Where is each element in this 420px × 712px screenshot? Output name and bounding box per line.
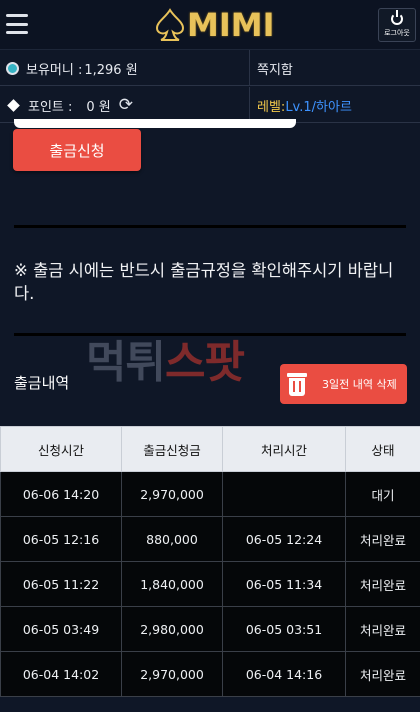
withdraw-request-button[interactable]: 출금신청 — [13, 129, 141, 171]
money-value: 1,296 원 — [84, 62, 138, 78]
request-time-cell: 06-06 14:20 — [0, 471, 122, 517]
process-time-cell: 06-04 14:16 — [222, 651, 346, 697]
points-value: 0 원 — [86, 99, 111, 115]
amount-cell: 2,970,000 — [121, 651, 223, 697]
request-time-cell: 06-05 03:49 — [0, 606, 122, 652]
money-cell: 보유머니 : 1,296 원 — [0, 50, 250, 86]
points-row: 포인트 : 0 원 ⟳ 레벨: Lv.1/하아르 — [0, 87, 420, 123]
watermark-part1: 먹튀 — [86, 337, 166, 388]
delete-history-button[interactable]: 3일전 내역 삭제 — [280, 364, 407, 404]
diamond-icon — [7, 98, 20, 112]
request-time-cell: 06-05 12:16 — [0, 516, 122, 562]
trash-icon — [286, 371, 308, 397]
watermark: 먹튀스팟 — [86, 326, 245, 390]
points-label: 포인트 : — [28, 99, 73, 115]
money-row: 보유머니 : 1,296 원 쪽지함 — [0, 50, 420, 86]
column-header: 신청시간 — [0, 426, 122, 472]
table-row: 06-04 14:02 2,970,000 06-04 14:16 처리완료 — [0, 651, 420, 697]
status-cell: 처리완료 — [345, 651, 420, 697]
messages-label: 쪽지함 — [257, 62, 293, 78]
delete-button-label: 3일전 내역 삭제 — [322, 378, 397, 391]
process-time-cell: 06-05 03:51 — [222, 606, 346, 652]
watermark-part2: 스팟 — [164, 337, 245, 388]
globe-icon — [6, 61, 19, 75]
amount-cell: 2,980,000 — [121, 606, 223, 652]
table-row: 06-05 11:22 1,840,000 06-05 11:34 처리완료 — [0, 561, 420, 607]
level-cell: 레벨: Lv.1/하아르 — [251, 87, 420, 123]
process-time-cell: 06-05 12:24 — [222, 516, 346, 562]
column-header: 상태 — [345, 426, 420, 472]
power-icon — [391, 9, 403, 25]
level-label: 레벨: — [257, 99, 286, 115]
history-title: 출금내역 — [14, 374, 70, 392]
request-time-cell: 06-05 11:22 — [0, 561, 122, 607]
level-value: Lv.1/하아르 — [285, 99, 352, 115]
logout-label: 로그아웃 — [384, 28, 410, 37]
spade-icon — [155, 8, 185, 41]
request-time-cell: 06-04 14:02 — [0, 651, 122, 697]
status-cell: 대기 — [345, 471, 420, 517]
process-time-cell — [222, 471, 346, 517]
top-bar: MIMI 로그아웃 — [0, 0, 420, 50]
column-header: 처리시간 — [222, 426, 346, 472]
amount-input-edge[interactable] — [14, 119, 296, 128]
process-time-cell: 06-05 11:34 — [222, 561, 346, 607]
messages-link[interactable]: 쪽지함 — [251, 50, 420, 86]
table-row: 06-05 03:49 2,980,000 06-05 03:51 처리완료 — [0, 606, 420, 652]
points-cell: 포인트 : 0 원 ⟳ — [0, 87, 250, 123]
logout-button[interactable]: 로그아웃 — [378, 8, 416, 42]
table-header-row: 신청시간 출금신청금 처리시간 상태 — [0, 426, 420, 472]
withdraw-history-table: 신청시간 출금신청금 처리시간 상태 06-06 14:20 2,970,000… — [0, 426, 420, 697]
money-label: 보유머니 : — [26, 62, 83, 78]
withdraw-notice: ※ 출금 시에는 반드시 출금규정을 확인해주시기 바랍니다. — [14, 261, 394, 303]
menu-icon[interactable] — [6, 14, 28, 34]
logo-text: MIMI — [187, 6, 275, 44]
amount-cell: 880,000 — [121, 516, 223, 562]
amount-cell: 1,840,000 — [121, 561, 223, 607]
status-cell: 처리완료 — [345, 561, 420, 607]
table-row: 06-05 12:16 880,000 06-05 12:24 처리완료 — [0, 516, 420, 562]
refresh-icon[interactable]: ⟳ — [119, 95, 133, 115]
status-cell: 처리완료 — [345, 606, 420, 652]
table-row: 06-06 14:20 2,970,000 대기 — [0, 471, 420, 517]
divider — [14, 225, 406, 228]
column-header: 출금신청금 — [121, 426, 223, 472]
status-cell: 처리완료 — [345, 516, 420, 562]
amount-cell: 2,970,000 — [121, 471, 223, 517]
site-logo[interactable]: MIMI — [155, 6, 275, 44]
